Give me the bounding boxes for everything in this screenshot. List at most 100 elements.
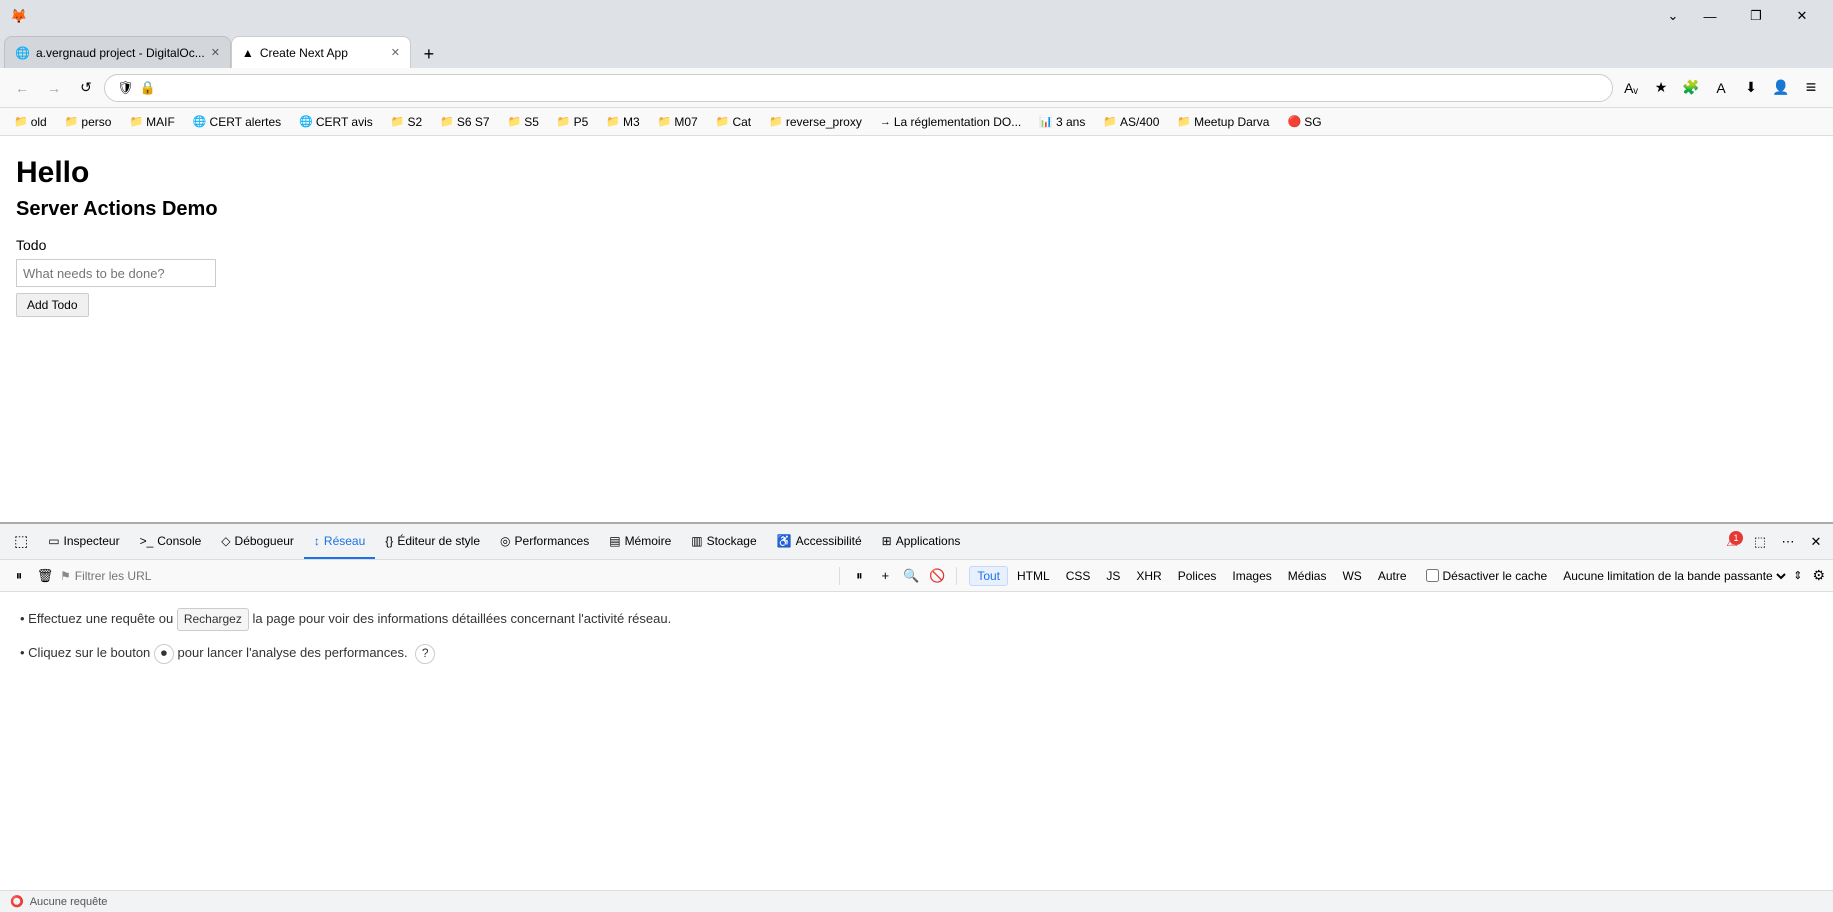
title-bar: 🦊 ⌄ — ❐ ✕ bbox=[0, 0, 1833, 32]
bookmark-1[interactable]: 📁perso bbox=[57, 111, 120, 133]
help-icon[interactable]: ? bbox=[415, 644, 435, 664]
forward-btn[interactable]: → bbox=[40, 74, 68, 102]
url-filter-input[interactable] bbox=[75, 569, 832, 583]
tab-1[interactable]: 🌐 a.vergnaud project - DigitalOc... ✕ bbox=[4, 36, 231, 68]
style-editor-icon: {} bbox=[385, 534, 393, 548]
devtools-tab-applications[interactable]: ⊞ Applications bbox=[872, 524, 971, 559]
bookmark-12[interactable]: 📁reverse_proxy bbox=[761, 111, 870, 133]
bookmarks-bar: 📁old📁perso📁MAIF🌐CERT alertes🌐CERT avis📁S… bbox=[0, 108, 1833, 136]
bookmark-10[interactable]: 📁M07 bbox=[650, 111, 706, 133]
bookmark-7[interactable]: 📁S5 bbox=[500, 111, 547, 133]
filter-images-btn[interactable]: Images bbox=[1225, 567, 1278, 585]
back-btn[interactable]: ← bbox=[8, 74, 36, 102]
bookmark-9[interactable]: 📁M3 bbox=[598, 111, 647, 133]
devtools-tab-style-editor[interactable]: {} Éditeur de style bbox=[375, 524, 490, 559]
devtools-tab-inspector[interactable]: ▭ Inspecteur bbox=[38, 524, 129, 559]
tab-2[interactable]: ▲ Create Next App ✕ bbox=[231, 36, 411, 68]
tab-overflow-btn[interactable]: ⌄ bbox=[1659, 2, 1687, 30]
todo-input[interactable] bbox=[16, 259, 216, 287]
bookmark-icon-4: 🌐 bbox=[299, 115, 313, 128]
devtools-tab-memory[interactable]: ▤ Mémoire bbox=[599, 524, 681, 559]
minimize-btn[interactable]: — bbox=[1687, 0, 1733, 32]
bookmark-3[interactable]: 🌐CERT alertes bbox=[185, 111, 289, 133]
accessibility-label: Accessibilité bbox=[796, 534, 862, 548]
devtools-tab-network[interactable]: ↕ Réseau bbox=[304, 524, 375, 559]
accessibility-icon: ♿ bbox=[777, 534, 792, 548]
taskbar-browser-icon[interactable]: 🦊 bbox=[8, 5, 30, 27]
filter-ws-btn[interactable]: WS bbox=[1335, 567, 1368, 585]
status-icon: ⭕ bbox=[10, 895, 24, 908]
bookmark-17[interactable]: 🔴SG bbox=[1279, 111, 1329, 133]
devtools-error-btn[interactable]: ⚠ 1 bbox=[1719, 529, 1745, 555]
translate-icon[interactable]: Aᵥ bbox=[1617, 74, 1645, 102]
bookmark-16[interactable]: 📁Meetup Darva bbox=[1169, 111, 1277, 133]
pause-btn[interactable]: ⏸ bbox=[848, 565, 870, 587]
devtools-tab-accessibility[interactable]: ♿ Accessibilité bbox=[767, 524, 872, 559]
block-btn[interactable]: 🚫 bbox=[926, 565, 948, 587]
devtools-tab-performance[interactable]: ◎ Performances bbox=[490, 524, 599, 559]
filter-other-btn[interactable]: Autre bbox=[1371, 567, 1414, 585]
bookmark-15[interactable]: 📁AS/400 bbox=[1095, 111, 1167, 133]
bookmark-8[interactable]: 📁P5 bbox=[549, 111, 596, 133]
bookmark-icon-9: 📁 bbox=[606, 115, 620, 128]
devtools-tab-debugger[interactable]: ◇ Débogueur bbox=[211, 524, 304, 559]
bookmark-label-6: S6 S7 bbox=[457, 115, 490, 129]
search-filter-btn[interactable]: 🔍 bbox=[900, 565, 922, 587]
add-todo-button[interactable]: Add Todo bbox=[16, 293, 89, 317]
filter-html-btn[interactable]: HTML bbox=[1010, 567, 1057, 585]
bookmark-14[interactable]: 📊3 ans bbox=[1031, 111, 1093, 133]
address-bar[interactable]: 🛡 🔒 207.154.209.99 bbox=[104, 74, 1613, 102]
devtools-tab-bar: ⬚ ▭ Inspecteur >_ Console ◇ Débogueur ↕ … bbox=[0, 524, 1833, 560]
filter-js-btn[interactable]: JS bbox=[1099, 567, 1127, 585]
bookmark-star-icon[interactable]: ★ bbox=[1647, 74, 1675, 102]
filter-separator bbox=[839, 567, 840, 585]
bookmark-icon-15: 📁 bbox=[1103, 115, 1117, 128]
reload-btn[interactable]: ↺ bbox=[72, 74, 100, 102]
devtools-responsive-btn[interactable]: ⬚ bbox=[1747, 529, 1773, 555]
devtools-tab-storage[interactable]: ▥ Stockage bbox=[681, 524, 766, 559]
close-btn[interactable]: ✕ bbox=[1779, 0, 1825, 32]
bookmark-6[interactable]: 📁S6 S7 bbox=[432, 111, 497, 133]
todo-label: Todo bbox=[16, 237, 1817, 253]
downloads-icon[interactable]: ⬇ bbox=[1737, 74, 1765, 102]
profile-icon[interactable]: A bbox=[1707, 74, 1735, 102]
bookmark-2[interactable]: 📁MAIF bbox=[121, 111, 182, 133]
devtools-tab-pick[interactable]: ⬚ bbox=[4, 524, 38, 559]
devtools-tab-console[interactable]: >_ Console bbox=[130, 524, 212, 559]
extensions-icon[interactable]: 🧩 bbox=[1677, 74, 1705, 102]
tab-close-2[interactable]: ✕ bbox=[391, 46, 400, 59]
bookmark-4[interactable]: 🌐CERT avis bbox=[291, 111, 381, 133]
devtools-panel: ⬚ ▭ Inspecteur >_ Console ◇ Débogueur ↕ … bbox=[0, 522, 1833, 912]
bookmark-13[interactable]: →La réglementation DO... bbox=[872, 111, 1029, 133]
bookmark-11[interactable]: 📁Cat bbox=[708, 111, 759, 133]
clear-network-btn[interactable]: 🗑 bbox=[34, 565, 56, 587]
filter-css-btn[interactable]: CSS bbox=[1059, 567, 1098, 585]
network-settings-icon[interactable]: ⚙ bbox=[1812, 567, 1825, 584]
filter-all-btn[interactable]: Tout bbox=[969, 566, 1008, 586]
maximize-btn[interactable]: ❐ bbox=[1733, 0, 1779, 32]
bookmark-label-2: MAIF bbox=[146, 115, 175, 129]
bookmark-0[interactable]: 📁old bbox=[6, 111, 55, 133]
title-bar-left: 🦊 bbox=[8, 5, 30, 27]
bookmark-icon-2: 📁 bbox=[129, 115, 143, 128]
performance-icon: ◎ bbox=[500, 534, 510, 548]
add-filter-btn[interactable]: + bbox=[874, 565, 896, 587]
filter-fonts-btn[interactable]: Polices bbox=[1171, 567, 1224, 585]
reload-page-btn[interactable]: Rechargez bbox=[177, 608, 249, 631]
url-input[interactable]: 207.154.209.99 bbox=[162, 80, 1600, 95]
devtools-close-btn[interactable]: ✕ bbox=[1803, 529, 1829, 555]
throttle-select[interactable]: Aucune limitation de la bande passante bbox=[1559, 568, 1789, 584]
devtools-more-btn[interactable]: ⋯ bbox=[1775, 529, 1801, 555]
filter-xhr-btn[interactable]: XHR bbox=[1129, 567, 1168, 585]
tab-close-1[interactable]: ✕ bbox=[211, 46, 220, 59]
profile-img-icon[interactable]: 👤 bbox=[1767, 74, 1795, 102]
network-label: Réseau bbox=[324, 534, 365, 548]
browser-menu-icon[interactable]: ≡ bbox=[1797, 74, 1825, 102]
disable-cache-checkbox[interactable] bbox=[1426, 569, 1439, 582]
filter-media-btn[interactable]: Médias bbox=[1281, 567, 1334, 585]
nav-bar: ← → ↺ 🛡 🔒 207.154.209.99 Aᵥ ★ 🧩 A ⬇ 👤 ≡ bbox=[0, 68, 1833, 108]
performance-record-icon[interactable]: ⏺ bbox=[154, 644, 174, 664]
bookmark-5[interactable]: 📁S2 bbox=[383, 111, 430, 133]
pause-recording-btn[interactable]: ⏸ bbox=[8, 565, 30, 587]
new-tab-btn[interactable]: + bbox=[415, 40, 443, 68]
